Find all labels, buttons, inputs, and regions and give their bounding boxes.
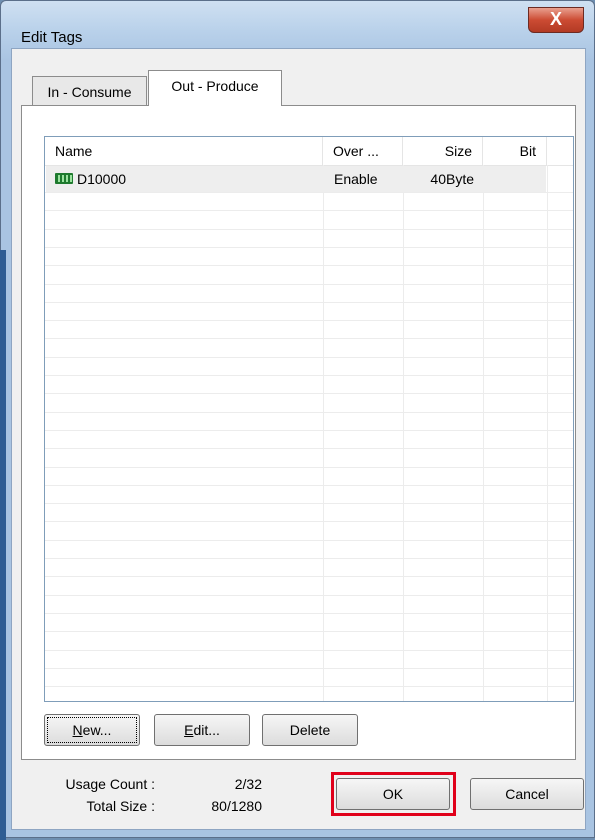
grid-column-line (403, 165, 404, 701)
highlight-box (331, 772, 456, 816)
grid-line (45, 393, 573, 394)
grid-line (45, 210, 573, 211)
column-header-size[interactable]: Size (403, 137, 483, 165)
tag-icon (55, 173, 73, 184)
cancel-button[interactable]: Cancel (470, 778, 584, 810)
grid-line (45, 558, 573, 559)
row-bit (484, 166, 538, 192)
grid-line (45, 375, 573, 376)
grid-line (45, 613, 573, 614)
grid-line (45, 338, 573, 339)
grid-line (45, 192, 573, 193)
grid-line (45, 320, 573, 321)
grid-line (45, 668, 573, 669)
grid-line (45, 576, 573, 577)
grid-line (45, 265, 573, 266)
column-header-override[interactable]: Over ... (323, 137, 403, 165)
column-header-bit[interactable]: Bit (483, 137, 547, 165)
delete-button[interactable]: Delete (262, 714, 358, 746)
grid-line (45, 430, 573, 431)
grid-line (45, 521, 573, 522)
table-row[interactable]: D10000 Enable 40Byte (46, 166, 546, 192)
grid-line (45, 650, 573, 651)
grid-line (45, 284, 573, 285)
grid-column-line (323, 165, 324, 701)
tags-list[interactable]: Name Over ... Size Bit D10000 Enable 40B… (44, 136, 574, 702)
list-header: Name Over ... Size Bit (45, 137, 573, 166)
grid-line (45, 467, 573, 468)
grid-line (45, 686, 573, 687)
grid-line (45, 448, 573, 449)
row-override: Enable (334, 171, 378, 187)
grid-column-line (547, 165, 548, 701)
grid-line (45, 229, 573, 230)
grid-line (45, 503, 573, 504)
row-size: 40Byte (430, 171, 474, 187)
close-button[interactable]: X (528, 7, 584, 33)
title-bar[interactable]: Edit Tags X (1, 1, 594, 49)
grid-line (45, 357, 573, 358)
window-edge (0, 250, 6, 840)
close-icon: X (549, 9, 562, 29)
new-button[interactable]: New... (44, 714, 140, 746)
grid-line (45, 412, 573, 413)
total-size-value: 80/1280 (211, 798, 262, 814)
tab-label: In - Consume (47, 84, 132, 100)
cancel-button-label: Cancel (505, 786, 549, 802)
edit-button-label: Edit... (184, 722, 220, 738)
grid-line (45, 540, 573, 541)
tab-out-produce[interactable]: Out - Produce (148, 70, 282, 106)
grid-line (45, 631, 573, 632)
grid-line (45, 247, 573, 248)
total-size-label: Total Size : (86, 798, 155, 814)
tab-in-consume[interactable]: In - Consume (32, 76, 147, 106)
new-button-label: New... (72, 722, 112, 738)
tab-label: Out - Produce (171, 78, 259, 94)
window-title: Edit Tags (21, 29, 83, 46)
grid-line (45, 302, 573, 303)
grid-line (45, 485, 573, 486)
edit-button[interactable]: Edit... (154, 714, 250, 746)
column-header-name[interactable]: Name (45, 137, 323, 165)
usage-count-label: Usage Count : (65, 776, 156, 792)
delete-button-label: Delete (289, 722, 331, 738)
row-name: D10000 (77, 171, 127, 187)
usage-count-value: 2/32 (234, 776, 262, 792)
grid-line (45, 595, 573, 596)
grid-column-line (483, 165, 484, 701)
